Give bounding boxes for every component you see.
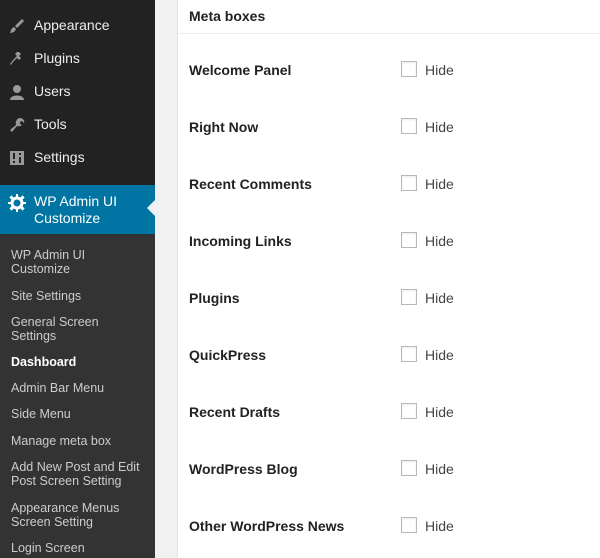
row-label: Right Now	[189, 119, 259, 135]
wrench-icon	[8, 116, 26, 134]
hide-checkbox[interactable]	[401, 175, 417, 191]
menu-item-wp-admin-ui-customize[interactable]: WP Admin UI Customize	[0, 185, 155, 234]
hide-label[interactable]: Hide	[425, 347, 454, 363]
meta-box-row-welcome-panel: Welcome Panel Hide	[178, 56, 600, 86]
panel-title: Meta boxes	[189, 8, 266, 24]
meta-box-row-plugins: Plugins Hide	[178, 284, 600, 314]
hide-checkbox[interactable]	[401, 289, 417, 305]
row-label: WordPress Blog	[189, 461, 298, 477]
hide-label[interactable]: Hide	[425, 233, 454, 249]
hide-label[interactable]: Hide	[425, 62, 454, 78]
meta-box-row-wordpress-blog: WordPress Blog Hide	[178, 455, 600, 485]
row-label: Recent Comments	[189, 176, 312, 192]
main-content: Meta boxes Welcome Panel Hide Right Now …	[155, 0, 600, 558]
row-label: QuickPress	[189, 347, 267, 363]
submenu-item-side-menu[interactable]: Side Menu	[11, 407, 147, 421]
menu-label: Plugins	[34, 50, 80, 66]
menu-item-users[interactable]: Users	[0, 75, 155, 108]
meta-box-row-recent-drafts: Recent Drafts Hide	[178, 398, 600, 428]
hide-checkbox[interactable]	[401, 118, 417, 134]
row-label: Welcome Panel	[189, 62, 292, 78]
hide-label[interactable]: Hide	[425, 404, 454, 420]
hide-label[interactable]: Hide	[425, 119, 454, 135]
submenu-item-manage-meta-box[interactable]: Manage meta box	[11, 434, 147, 448]
content-gutter	[155, 0, 177, 558]
submenu-item-add-new-post-setting[interactable]: Add New Post and Edit Post Screen Settin…	[11, 460, 147, 488]
meta-box-row-quickpress: QuickPress Hide	[178, 341, 600, 371]
submenu-item-general-screen-settings[interactable]: General Screen Settings	[11, 315, 147, 343]
menu-item-plugins[interactable]: Plugins	[0, 42, 155, 75]
meta-box-row-recent-comments: Recent Comments Hide	[178, 170, 600, 200]
submenu-item-appearance-menus-setting[interactable]: Appearance Menus Screen Setting	[11, 501, 147, 529]
hide-label[interactable]: Hide	[425, 290, 454, 306]
meta-boxes-panel: Meta boxes Welcome Panel Hide Right Now …	[177, 0, 600, 558]
hide-checkbox[interactable]	[401, 460, 417, 476]
user-icon	[8, 83, 26, 101]
menu-item-appearance[interactable]: Appearance	[0, 9, 155, 42]
meta-box-row-right-now: Right Now Hide	[178, 113, 600, 143]
admin-sidebar: Appearance Plugins Users Tools Settings …	[0, 0, 155, 558]
menu-label: Users	[34, 83, 71, 99]
meta-box-row-incoming-links: Incoming Links Hide	[178, 227, 600, 257]
active-indicator-arrow	[147, 200, 155, 216]
settings-icon	[8, 149, 26, 167]
submenu-item-login-screen[interactable]: Login Screen	[11, 541, 147, 555]
hide-checkbox[interactable]	[401, 517, 417, 533]
menu-item-settings[interactable]: Settings	[0, 141, 155, 174]
paintbrush-icon	[8, 17, 26, 35]
gear-icon	[8, 194, 26, 212]
panel-divider	[178, 33, 600, 34]
submenu-item-site-settings[interactable]: Site Settings	[11, 289, 147, 303]
submenu-item-wp-admin-ui-customize[interactable]: WP Admin UI Customize	[11, 248, 147, 276]
hide-checkbox[interactable]	[401, 403, 417, 419]
row-label: Other WordPress News	[189, 518, 345, 534]
submenu-item-admin-bar-menu[interactable]: Admin Bar Menu	[11, 381, 147, 395]
row-label: Recent Drafts	[189, 404, 281, 420]
plug-icon	[8, 50, 26, 68]
hide-label[interactable]: Hide	[425, 461, 454, 477]
menu-label: Settings	[34, 149, 85, 165]
menu-label: Tools	[34, 116, 67, 132]
menu-label: WP Admin UI Customize	[34, 193, 117, 226]
row-label: Plugins	[189, 290, 240, 306]
hide-label[interactable]: Hide	[425, 518, 454, 534]
hide-checkbox[interactable]	[401, 232, 417, 248]
submenu-item-dashboard[interactable]: Dashboard	[11, 355, 147, 369]
hide-checkbox[interactable]	[401, 61, 417, 77]
row-label: Incoming Links	[189, 233, 292, 249]
menu-item-tools[interactable]: Tools	[0, 108, 155, 141]
meta-box-row-other-wordpress-news: Other WordPress News Hide	[178, 512, 600, 542]
hide-label[interactable]: Hide	[425, 176, 454, 192]
menu-label: Appearance	[34, 17, 110, 33]
hide-checkbox[interactable]	[401, 346, 417, 362]
